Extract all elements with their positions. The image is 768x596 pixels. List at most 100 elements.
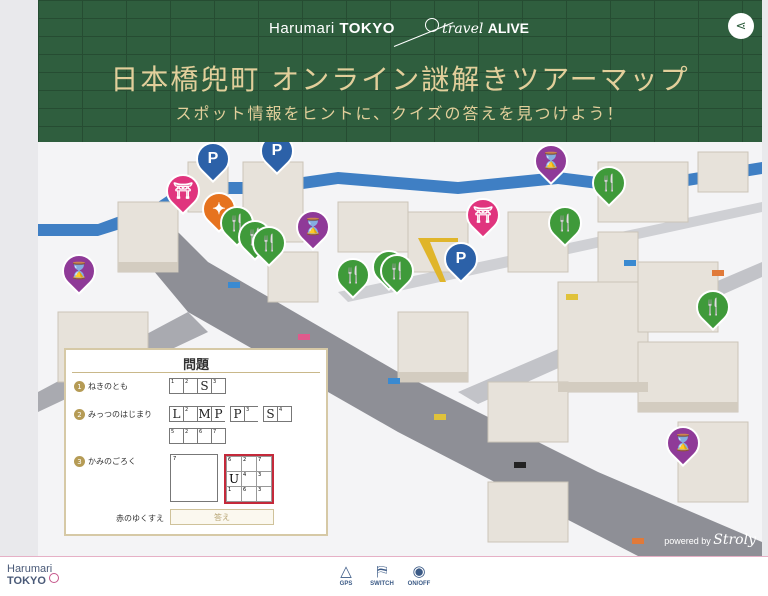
quiz-title: 問題 <box>182 358 209 373</box>
map-pin-shrine[interactable]: ⛩ <box>458 190 508 244</box>
share-button[interactable]: ⋖ <box>728 13 754 39</box>
question-2: 2 みっつのはじまり <box>74 409 152 420</box>
harumari-logo[interactable]: Harumari TOKYO <box>269 20 395 37</box>
cell-letter: S <box>200 379 209 393</box>
question-3-box-2[interactable]: 6 2 7 U4 3 1 6 3 <box>224 454 274 504</box>
question-2-cells[interactable]: L2MPP3S4 <box>169 406 292 422</box>
cell-number: 7 <box>213 429 217 435</box>
switch-button[interactable]: ⛿ SWITCH <box>362 563 402 593</box>
map-pin-food[interactable]: 🍴 <box>584 158 634 212</box>
page-title: 日本橋兜町 オンライン謎解きツアーマップ <box>110 63 690 96</box>
answer-cell[interactable]: S <box>197 378 212 394</box>
cell-number: 3 <box>213 379 217 385</box>
location-pin-icon: ◉ <box>412 562 426 580</box>
question-3-box-1[interactable]: 7 <box>170 454 218 502</box>
cell-letter: S <box>266 407 275 421</box>
grid-cell[interactable]: 6 <box>241 486 257 502</box>
map-pin-parking[interactable]: P <box>436 234 486 288</box>
map-pin-food[interactable]: 🍴 <box>540 198 590 252</box>
answer-cell[interactable]: 7 <box>211 428 226 444</box>
grid-cell[interactable]: 2 <box>241 456 257 472</box>
grid-cell[interactable]: 7 <box>256 456 272 472</box>
grid-cell[interactable]: 1 <box>226 486 242 502</box>
map-pin-food[interactable]: 🍴 <box>328 250 378 304</box>
gps-button[interactable]: △ GPS <box>326 563 366 593</box>
answer-cell[interactable]: P <box>211 406 226 422</box>
powered-by-text: powered by <box>664 536 711 546</box>
cell-number: 2 <box>185 407 189 413</box>
cell-letter: M <box>198 407 211 421</box>
cell-number: 2 <box>185 379 189 385</box>
onoff-button[interactable]: ◉ ON/OFF <box>399 563 439 593</box>
answer-cell[interactable]: 2 <box>183 406 198 422</box>
map-pin-parking[interactable]: P <box>252 142 302 180</box>
question-2-cells-row2[interactable]: 5 2 6 7 <box>169 428 226 444</box>
grid-cell[interactable]: 3 <box>256 471 272 487</box>
shrine-icon: ⛩ <box>172 183 194 200</box>
answer-cell[interactable]: 1 <box>169 378 184 394</box>
food-icon: 🍴 <box>343 267 363 284</box>
question-1-number: 1 <box>74 381 85 392</box>
answer-cell[interactable]: M <box>197 406 212 422</box>
grid-cell[interactable]: 4 <box>241 471 257 487</box>
left-margin <box>0 0 38 556</box>
travel-alive-logo[interactable]: travel ALIVE <box>442 20 529 37</box>
cell-number: 3 <box>258 472 262 478</box>
question-3: 3 かみのごろく <box>74 456 136 467</box>
gps-label: GPS <box>339 581 353 587</box>
map-pin-food[interactable]: 🍴 <box>244 218 294 272</box>
harumari-footer-logo[interactable]: Harumari TOKYO <box>7 563 59 587</box>
powered-by: powered by Stroly <box>664 532 756 548</box>
hourglass-icon: ⌛ <box>541 153 561 170</box>
question-1-cells[interactable]: 1 2 S3 <box>169 378 226 394</box>
answer-cell[interactable]: 5 <box>169 428 184 444</box>
cell-number: 2 <box>243 457 247 463</box>
cell-number: 6 <box>199 429 203 435</box>
food-icon: 🍴 <box>703 299 723 316</box>
header-banner: Harumari TOKYO travel ALIVE ⋖ 日本橋兜町 オンライ… <box>38 0 762 142</box>
footer-logo-line2: TOKYO <box>7 575 46 587</box>
answer-button[interactable]: 答え <box>170 509 274 525</box>
map-pin-food[interactable]: 🍴 <box>688 282 738 336</box>
parking-icon: P <box>271 142 283 159</box>
map-pin-parking[interactable]: P <box>188 142 238 188</box>
footer-mark-icon <box>49 573 59 583</box>
grid-cell[interactable]: 6 <box>226 456 242 472</box>
map-pin-hourglass[interactable]: ⌛ <box>658 418 708 472</box>
answer-cell[interactable]: 3 <box>244 406 259 422</box>
brand-alive-text: ALIVE <box>487 20 530 36</box>
map-pin-shrine[interactable]: ⛩ <box>158 166 208 220</box>
food-icon: 🍴 <box>387 263 407 280</box>
answer-cell[interactable]: 2 <box>183 428 198 444</box>
right-margin <box>762 0 768 556</box>
answer-label: 赤のゆくすえ <box>116 514 164 523</box>
grid-cell[interactable]: U <box>226 471 242 487</box>
question-2-number: 2 <box>74 409 85 420</box>
map-pin-food[interactable]: 🍴 <box>372 246 422 300</box>
answer-cell[interactable]: 4 <box>277 406 292 422</box>
answer-cell[interactable]: P <box>230 406 245 422</box>
box-1-number: 7 <box>173 456 177 462</box>
cell-number: 1 <box>171 379 175 385</box>
answer-cell[interactable]: L <box>169 406 184 422</box>
cell-letter: P <box>233 407 242 421</box>
onoff-label: ON/OFF <box>407 581 431 587</box>
map-switch-icon: ⛿ <box>376 562 388 580</box>
map-pin-hourglass[interactable]: ⌛ <box>54 246 104 300</box>
answer-cell[interactable]: 6 <box>197 428 212 444</box>
cell-number: 1 <box>228 487 232 493</box>
cell-number: 2 <box>185 429 189 435</box>
answer-cell[interactable]: 2 <box>183 378 198 394</box>
question-3-number: 3 <box>74 456 85 467</box>
map-pin-hourglass[interactable]: ⌛ <box>288 202 338 256</box>
answer-cell[interactable]: 3 <box>211 378 226 394</box>
answer-cell[interactable]: S <box>263 406 278 422</box>
quiz-panel: 問題 1 ねきのとも 12S3 2 みっつのはじまり L2MPP3S4 5267… <box>64 348 328 536</box>
cell-letter: L <box>172 407 181 421</box>
cell-number: 4 <box>279 407 283 413</box>
brand-row: Harumari TOKYO travel ALIVE <box>38 18 762 47</box>
stroly-logo[interactable]: Stroly <box>713 532 756 548</box>
grid-cell[interactable]: 3 <box>256 486 272 502</box>
map-pin-hourglass[interactable]: ⌛ <box>526 142 576 190</box>
shrine-icon: ⛩ <box>472 207 494 224</box>
